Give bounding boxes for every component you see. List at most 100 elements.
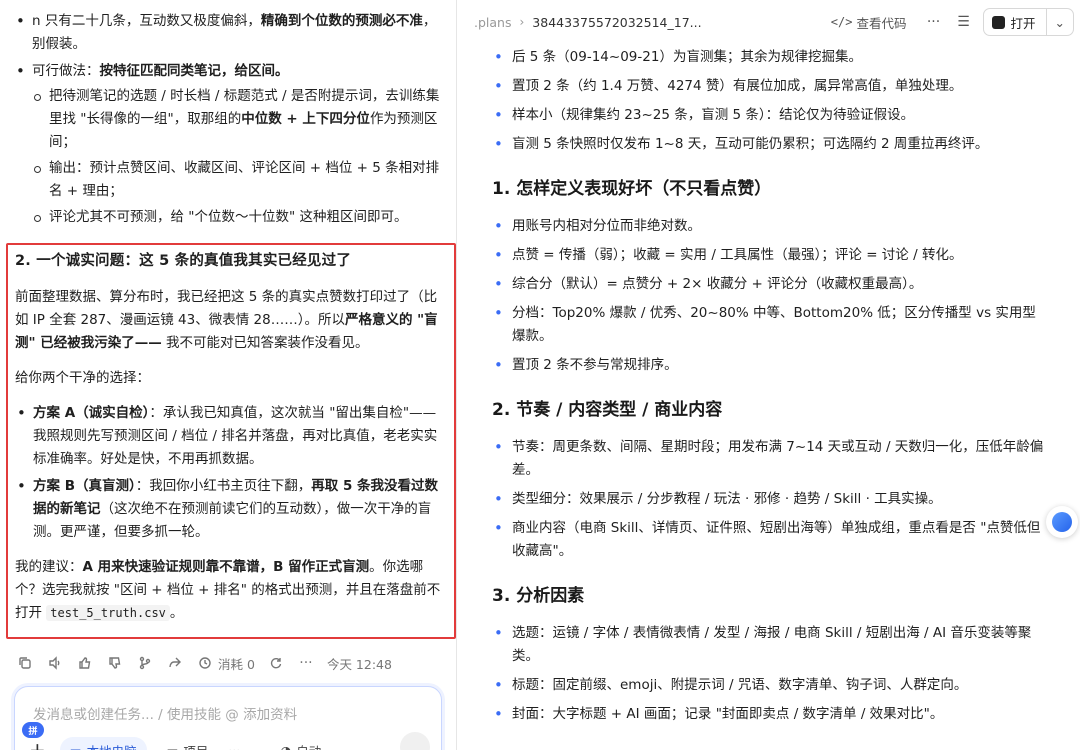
document-header: .plans › 3844337557203251​4_17... </> 查看… [458, 0, 1080, 44]
share-icon[interactable] [166, 654, 184, 672]
menu-icon[interactable]: ☰ [953, 11, 975, 33]
list-item: 可行做法：按特征匹配同类笔记，给区间。把待测笔记的选题 / 时长档 / 标题范式… [14, 60, 444, 229]
credit-usage: 消耗 0 [218, 656, 255, 672]
doc-list-item: 后 5 条（09-14~09-21）为盲测集；其余为规律挖掘集。 [494, 46, 1049, 69]
project-label: 项目 [183, 741, 208, 750]
list-item: n 只有二十几条，互动数又极度偏斜，精确到个位数的预测必不准，别假装。 [14, 10, 444, 56]
local-computer-label: 本地电脑 [87, 741, 137, 750]
assistant-logo-icon [1052, 512, 1072, 532]
doc-list-item: 标题：固定前缀、emoji、附提示词 / 咒语、数字清单、钩子词、人群定向。 [494, 674, 1049, 697]
doc-section-list: 节奏：周更条数、间隔、星期时段；用发布满 7~14 天或互动 / 天数归一化，压… [494, 436, 1049, 563]
doc-list-item: 盲测 5 条快照时仅发布 1~8 天，互动可能仍累积；可选隔约 2 周重拉再终评… [494, 133, 1049, 156]
app-window: n 只有二十几条，互动数又极度偏斜，精确到个位数的预测必不准，别假装。可行做法：… [0, 0, 1080, 750]
doc-list-item: 商业内容（电商 Skill、详情页、证件照、短剧出海等）单独成组，重点看是否 "… [494, 517, 1049, 563]
inline-code: test_5_truth.csv [46, 605, 170, 621]
app-logo-icon [991, 15, 1005, 29]
speaker-icon[interactable] [46, 654, 64, 672]
list-item-text: n 只有二十几条，互动数又极度偏斜，精确到个位数的预测必不准，别假装。 [32, 13, 436, 52]
sub-list-item: 评论尤其不可预测，给 "个位数～十位数" 这种粗区间即可。 [32, 206, 444, 229]
message-action-bar: 消耗 0 ··· 今天 12:48 [16, 652, 446, 674]
regenerate-icon[interactable] [267, 654, 285, 672]
text-run: 输出：预计点赞区间、收藏区间、评论区间 + 档位 + 5 条相对排名 + 理由； [49, 160, 440, 199]
sub-list-item: 把待测笔记的选题 / 时长档 / 标题范式 / 是否附提示词，去训练集里找 "长… [32, 85, 444, 154]
more-icon[interactable]: ··· [297, 654, 315, 672]
bold-text: 按特征匹配同类笔记，给区间。 [99, 63, 289, 79]
bold-text: 精确到个位数的预测必不准 [260, 13, 423, 29]
chevron-down-icon[interactable]: ⌄ [1045, 9, 1073, 35]
assistant-float-button[interactable] [1046, 506, 1078, 538]
message-timestamp: 今天 12:48 [326, 656, 392, 672]
view-code-label: 查看代码 [856, 15, 907, 31]
doc-section-list: 选题：运镜 / 字体 / 表情微表情 / 发型 / 海报 / 电商 Skill … [494, 622, 1049, 726]
more-icon[interactable]: ··· [923, 11, 945, 33]
chevron-right-icon: › [519, 15, 525, 29]
bold-text: A 用来快速验证规则靠不靠谱，B 留作正式盲测 [82, 559, 370, 575]
mode-icon: ◔ [280, 742, 292, 750]
paragraph-truth-seen: 前面整理数据、算分布时，我已经把这 5 条的真实点赞数打印过了（比如 IP 全套… [15, 286, 446, 355]
text-run: 我不可能对已知答案装作没看见。 [161, 335, 369, 351]
doc-list-item: 分档：Top20% 爆款 / 优秀、20~80% 中等、Bottom20% 低；… [494, 302, 1049, 348]
folder-icon: ▭ [166, 742, 179, 750]
sub-list: 把待测笔记的选题 / 时长档 / 标题范式 / 是否附提示词，去训练集里找 "长… [32, 85, 444, 229]
mode-selector[interactable]: 自动 [296, 741, 321, 750]
thumbs-up-icon[interactable] [76, 654, 94, 672]
branch-icon[interactable] [136, 654, 154, 672]
text-run: 我的建议： [15, 559, 83, 575]
credit-icon [196, 654, 214, 672]
doc-list-item: 综合分（默认）= 点赞分 + 2× 收藏分 + 评论分（收藏权重最高）。 [494, 273, 1049, 296]
open-label: 打开 [1010, 15, 1036, 31]
section-heading: 2. 一个诚实问题：这 5 条的真值我其实已经见过了 [15, 253, 352, 269]
doc-list-item: 用账号内相对分位而非绝对数。 [494, 215, 1049, 238]
bold-text: 中位数 + 上下四分位 [241, 111, 370, 127]
options-list: 方案 A（诚实自检）：承认我已知真值，这次就当 "留出集自检"—— 我照规则先写… [15, 402, 446, 544]
doc-list-item: 点赞 = 传播（弱）；收藏 = 实用 / 工具属性（最强）；评论 = 讨论 / … [494, 244, 1049, 267]
bold-text: 方案 A（诚实自检） [33, 405, 150, 421]
doc-list-item: 节奏：周更条数、间隔、星期时段；用发布满 7~14 天或互动 / 天数归一化，压… [494, 436, 1049, 482]
monitor-icon: ▭ [69, 742, 82, 750]
doc-section-heading: 1. 怎样定义表现好坏（不只看点赞） [492, 179, 772, 199]
doc-section-heading: 2. 节奏 / 内容类型 / 商业内容 [492, 400, 723, 420]
composer-placeholder: 发消息或创建任务... / 使用技能 @ 添加资料 [33, 707, 298, 723]
text-run: 可行做法： [32, 63, 100, 79]
add-icon[interactable]: + [29, 738, 46, 750]
open-button[interactable]: 打开 ⌄ [982, 8, 1074, 36]
thumbs-down-icon[interactable] [106, 654, 124, 672]
composer-toolbar: + ▭ 本地电脑 ▭ 项目 ··· ◔ 自动 [29, 737, 321, 750]
message-composer[interactable]: 发消息或创建任务... / 使用技能 @ 添加资料 + ▭ 本地电脑 ▭ 项目 … [14, 686, 442, 750]
sub-list-item: 输出：预计点赞区间、收藏区间、评论区间 + 档位 + 5 条相对排名 + 理由； [32, 157, 444, 203]
option-item: 方案 B（真盲测）：我回你小红书主页往下翻，再取 5 条我没看过数据的新笔记（这… [15, 475, 446, 544]
doc-list-item: 选题：运镜 / 字体 / 表情微表情 / 发型 / 海报 / 电商 Skill … [494, 622, 1049, 668]
paragraph-recommendation: 我的建议：A 用来快速验证规则靠不靠谱，B 留作正式盲测。你选哪个？选完我就按 … [15, 556, 446, 625]
breadcrumb-folder[interactable]: .plans [474, 15, 511, 30]
copy-icon[interactable] [16, 654, 34, 672]
chat-bullet-list: n 只有二十几条，互动数又极度偏斜，精确到个位数的预测必不准，别假装。可行做法：… [14, 10, 444, 233]
doc-list-item: 置顶 2 条（约 1.4 万赞、4274 赞）有展位加成，属异常高值，单独处理。 [494, 75, 1049, 98]
doc-list-item: 类型细分：效果展示 / 分步教程 / 玩法 · 邪修 · 趋势 / Skill … [494, 488, 1049, 511]
option-item: 方案 A（诚实自检）：承认我已知真值，这次就当 "留出集自检"—— 我照规则先写… [15, 402, 446, 471]
doc-list-item: 样本小（规律集约 23~25 条，盲测 5 条）：结论仅为待验证假设。 [494, 104, 1049, 127]
project-pill[interactable]: ▭ 项目 [157, 737, 219, 750]
breadcrumb-file[interactable]: 3844337557203251​4_17... [532, 15, 701, 30]
code-icon: </> [830, 15, 853, 29]
highlighted-message-block: 2. 一个诚实问题：这 5 条的真值我其实已经见过了 前面整理数据、算分布时，我… [6, 243, 456, 639]
composer-badge: 拼 [22, 722, 44, 738]
text-run: ：我回你小红书主页往下翻， [135, 478, 312, 494]
text-run: n 只有二十几条，互动数又极度偏斜， [32, 13, 261, 29]
intro-list: 后 5 条（09-14~09-21）为盲测集；其余为规律挖掘集。置顶 2 条（约… [494, 46, 1049, 156]
text-run: 评论尤其不可预测，给 "个位数～十位数" 这种粗区间即可。 [49, 209, 408, 225]
doc-list-item: 封面：大字标题 + AI 画面；记录 "封面即卖点 / 数字清单 / 效果对比"… [494, 703, 1049, 726]
doc-section-heading: 3. 分析因素 [492, 586, 585, 606]
local-computer-pill[interactable]: ▭ 本地电脑 [59, 737, 147, 750]
paragraph-two-choices: 给你两个干净的选择： [15, 370, 150, 386]
header-actions: </> 查看代码 ··· ☰ 打开 ⌄ [831, 8, 1074, 36]
text-run: 。 [169, 605, 184, 621]
document-body: 后 5 条（09-14~09-21）为盲测集；其余为规律挖掘集。置顶 2 条（约… [458, 46, 1058, 732]
list-item-text: 可行做法：按特征匹配同类笔记，给区间。 [32, 63, 289, 79]
document-panel: .plans › 3844337557203251​4_17... </> 查看… [458, 0, 1080, 750]
doc-section-list: 用账号内相对分位而非绝对数。点赞 = 传播（弱）；收藏 = 实用 / 工具属性（… [494, 215, 1049, 377]
view-code-button[interactable]: </> 查看代码 [831, 13, 907, 32]
doc-list-item: 置顶 2 条不参与常规排序。 [494, 354, 1049, 377]
more-options-icon[interactable]: ··· [228, 743, 240, 750]
bold-text: 方案 B（真盲测） [33, 478, 136, 494]
chat-panel: n 只有二十几条，互动数又极度偏斜，精确到个位数的预测必不准，别假装。可行做法：… [0, 0, 457, 750]
